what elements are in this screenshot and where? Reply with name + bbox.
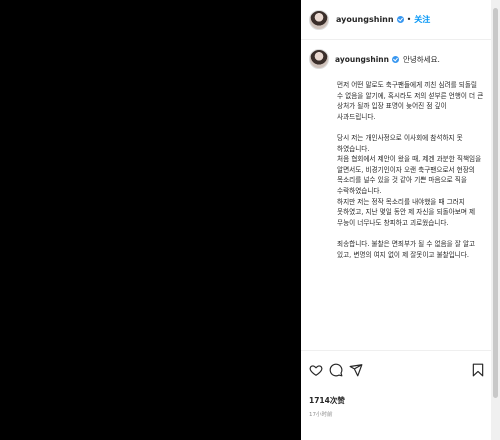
share-icon[interactable] — [349, 363, 363, 377]
caption-paragraph-2: 당시 저는 개인사정으로 이사회에 참석하지 못 하였습니다. 처음 협회에서 … — [337, 133, 482, 227]
post-header: ayoungshinn • 关注 — [301, 0, 491, 40]
post-actions: 1714次赞 17小时前 — [301, 350, 491, 440]
caption-username[interactable]: ayoungshinn — [335, 55, 389, 64]
post-timestamp[interactable]: 17小时前 — [309, 410, 333, 418]
caption-avatar[interactable] — [309, 49, 329, 69]
post-media-area — [0, 0, 301, 440]
post-side-panel: ayoungshinn • 关注 ayoungshinn 안녕하세요. 먼저 어… — [301, 0, 491, 440]
scrollbar-thumb[interactable] — [493, 8, 498, 398]
caption-header: ayoungshinn 안녕하세요. — [301, 48, 491, 70]
caption-paragraph-1: 먼저 어떤 말로도 축구팬들에게 끼친 심려를 되돌릴 수 없음을 알기에, 혹… — [337, 81, 484, 121]
separator-dot: • — [406, 15, 412, 24]
comment-icon[interactable] — [329, 363, 343, 377]
follow-button[interactable]: 关注 — [414, 14, 430, 25]
caption-body: 먼저 어떤 말로도 축구팬들에게 끼친 심려를 되돌릴 수 없음을 알기에, 혹… — [337, 80, 485, 271]
likes-count[interactable]: 1714次赞 — [309, 395, 345, 406]
caption-greeting: 안녕하세요. — [402, 54, 440, 64]
caption-verified-badge-icon — [391, 55, 399, 63]
avatar[interactable] — [309, 9, 329, 30]
like-heart-icon[interactable] — [309, 363, 323, 377]
bookmark-icon[interactable] — [471, 363, 485, 377]
verified-badge-icon — [396, 16, 404, 23]
caption-paragraph-3: 죄송합니다. 불찰은 면죄부가 될 수 없음을 잘 알고 있고, 변명의 여지 … — [337, 239, 476, 259]
header-username[interactable]: ayoungshinn — [336, 15, 394, 24]
caption-area[interactable]: ayoungshinn 안녕하세요. 먼저 어떤 말로도 축구팬들에게 끼친 심… — [301, 48, 491, 348]
